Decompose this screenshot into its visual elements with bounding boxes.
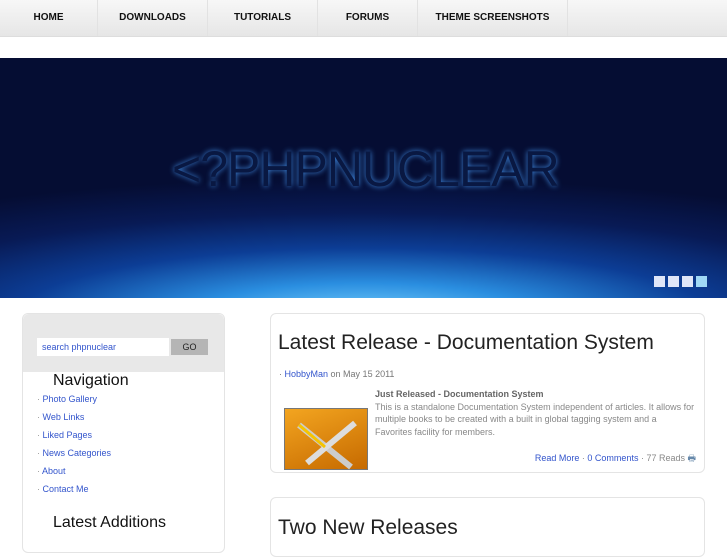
- article: Two New Releases: [270, 497, 705, 557]
- sidebar-item-liked-pages[interactable]: Liked Pages: [43, 430, 93, 440]
- article-body: Just Released - Documentation System Thi…: [375, 388, 696, 438]
- nav-theme-screenshots[interactable]: THEME SCREENSHOTS: [418, 0, 568, 36]
- sidebar: GO Navigation · Photo Gallery · Web Link…: [22, 313, 225, 553]
- read-more-link[interactable]: Read More: [535, 453, 580, 463]
- sidebar-item-news-categories[interactable]: News Categories: [43, 448, 112, 458]
- nav-tutorials[interactable]: TUTORIALS: [208, 0, 318, 36]
- wrench-screwdriver-icon: [297, 420, 357, 470]
- nav-home[interactable]: HOME: [0, 0, 98, 36]
- author-link[interactable]: HobbyMan: [285, 369, 329, 379]
- sidebar-item-about[interactable]: About: [42, 466, 66, 476]
- nav-forums[interactable]: FORUMS: [318, 0, 418, 36]
- sidebar-item-photo-gallery[interactable]: Photo Gallery: [43, 394, 98, 404]
- article: Latest Release - Documentation System · …: [270, 313, 705, 473]
- banner-logo: <?PHPNUCLEAR: [172, 141, 560, 197]
- slide-dot[interactable]: [668, 276, 679, 287]
- slide-dot[interactable]: [682, 276, 693, 287]
- latest-additions-heading: Latest Additions: [53, 514, 166, 531]
- article-text: This is a standalone Documentation Syste…: [375, 401, 695, 437]
- navigation-heading: Navigation: [53, 372, 129, 389]
- search-box: GO: [23, 314, 224, 372]
- print-icon[interactable]: 🖶: [688, 453, 697, 463]
- top-nav: HOME DOWNLOADS TUTORIALS FORUMS THEME SC…: [0, 0, 727, 37]
- reads-count: 77 Reads: [646, 453, 685, 463]
- comments-link[interactable]: 0 Comments: [587, 453, 638, 463]
- slide-dot[interactable]: [654, 276, 665, 287]
- tools-image: [284, 408, 368, 470]
- sidebar-item-contact-me[interactable]: Contact Me: [43, 484, 89, 494]
- slider-dots: [654, 276, 707, 287]
- article-footer: Read More · 0 Comments · 77 Reads 🖶: [534, 453, 697, 463]
- article-meta: · HobbyMan on May 15 2011: [279, 369, 395, 379]
- article-title[interactable]: Two New Releases: [278, 516, 704, 540]
- go-button[interactable]: GO: [171, 339, 208, 355]
- banner: <?PHPNUCLEAR: [0, 58, 727, 298]
- search-input[interactable]: [37, 338, 169, 356]
- article-subtitle: Just Released - Documentation System: [375, 389, 544, 399]
- article-date: on May 15 2011: [330, 369, 395, 379]
- sidebar-item-web-links[interactable]: Web Links: [43, 412, 85, 422]
- nav-downloads[interactable]: DOWNLOADS: [98, 0, 208, 36]
- article-title[interactable]: Latest Release - Documentation System: [278, 331, 704, 355]
- slide-dot-active[interactable]: [696, 276, 707, 287]
